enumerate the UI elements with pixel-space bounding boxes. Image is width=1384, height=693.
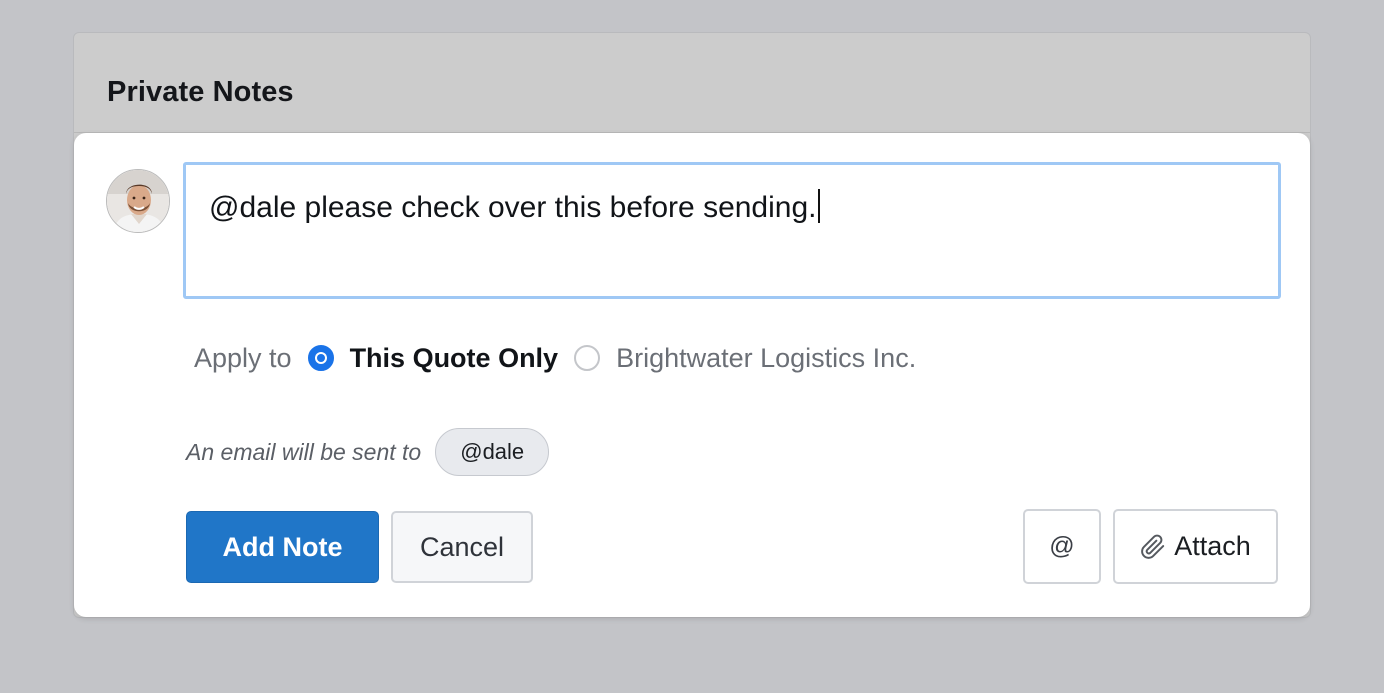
mention-label: @ <box>1049 532 1075 560</box>
add-note-label: Add Note <box>222 531 343 562</box>
panel-title: Private Notes <box>107 76 294 108</box>
add-note-button[interactable]: Add Note <box>186 511 379 583</box>
radio-company[interactable] <box>574 345 601 371</box>
mention-button[interactable]: @ <box>1023 509 1101 584</box>
attach-button[interactable]: Attach <box>1113 509 1278 584</box>
email-notice-text: An email will be sent to <box>186 438 422 465</box>
text-caret <box>817 189 820 223</box>
apply-to-label: Apply to <box>194 342 292 373</box>
note-editor-card: @dale please check over this before send… <box>74 133 1310 617</box>
note-textarea[interactable]: @dale please check over this before send… <box>183 162 1281 299</box>
panel-header: Private Notes <box>74 33 1310 133</box>
user-avatar <box>106 169 170 233</box>
recipient-chip[interactable]: @dale <box>435 428 550 476</box>
radio-label-company[interactable]: Brightwater Logistics Inc. <box>616 343 916 374</box>
cancel-button[interactable]: Cancel <box>391 511 533 583</box>
radio-label-this-quote-only[interactable]: This Quote Only <box>350 343 559 374</box>
paperclip-icon <box>1140 534 1166 560</box>
cancel-label: Cancel <box>419 531 505 562</box>
avatar-icon <box>107 170 169 232</box>
note-text: @dale please check over this before send… <box>209 191 817 224</box>
radio-this-quote-only[interactable] <box>307 345 334 371</box>
attach-label: Attach <box>1174 531 1251 561</box>
apply-to-row: Apply to This Quote Only Brightwater Log… <box>194 341 916 375</box>
email-notice-row: An email will be sent to @dale <box>186 427 550 477</box>
